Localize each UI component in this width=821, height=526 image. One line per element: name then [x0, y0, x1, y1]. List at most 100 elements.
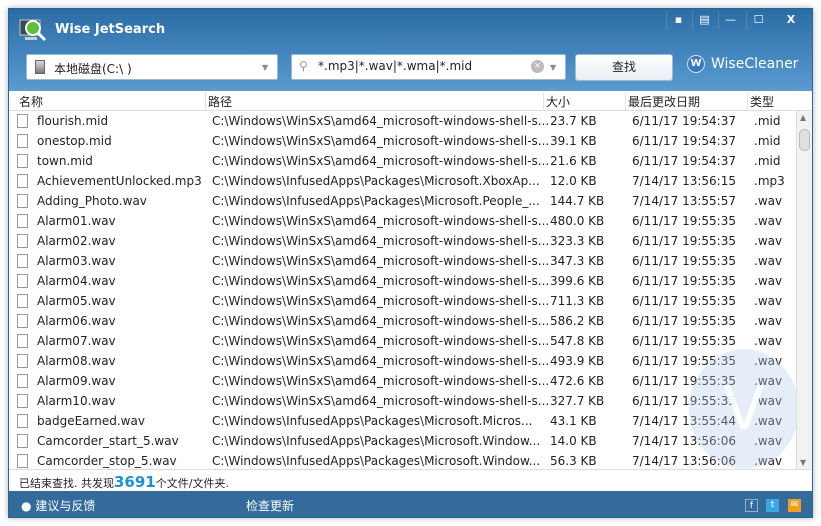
file-path: C:\Windows\WinSxS\amd64_microsoft-window… — [212, 374, 550, 388]
table-header: 名称 路径 大小 最后更改日期 类型 — [9, 91, 812, 111]
file-name: Camcorder_start_5.wav — [37, 434, 179, 448]
table-row[interactable]: Adding_Photo.wav C:\Windows\InfusedApps\P… — [9, 191, 796, 211]
table-row[interactable]: town.mid C:\Windows\WinSxS\amd64_microsof… — [9, 151, 796, 171]
file-icon — [17, 374, 28, 388]
file-name: onestop.mid — [37, 134, 112, 148]
file-size: 493.9 KB — [550, 354, 605, 368]
scroll-down-icon[interactable]: ▼ — [800, 458, 806, 467]
file-type: .mid — [754, 114, 781, 128]
file-type: .wav — [754, 294, 783, 308]
file-path: C:\Windows\InfusedApps\Packages\Microsof… — [212, 194, 540, 208]
file-name: flourish.mid — [37, 114, 109, 128]
file-icon — [17, 214, 28, 228]
search-input[interactable] — [318, 59, 518, 73]
file-size: 711.3 KB — [550, 294, 605, 308]
table-row[interactable]: badgeEarned.wav C:\Windows\InfusedApps\Pa… — [9, 411, 796, 431]
file-type: .wav — [754, 314, 783, 328]
file-type: .wav — [754, 194, 783, 208]
file-date: 6/11/17 19:55:35 — [632, 314, 736, 328]
file-date: 7/14/17 13:55:57 — [632, 194, 736, 208]
table-row[interactable]: AchievementUnlocked.mp3 C:\Windows\Infuse… — [9, 171, 796, 191]
file-icon — [17, 454, 28, 468]
scroll-up-icon[interactable]: ▲ — [800, 113, 806, 122]
file-name: AchievementUnlocked.mp3 — [37, 174, 202, 188]
column-type[interactable]: 类型 — [748, 93, 808, 111]
file-icon — [17, 194, 28, 208]
email-icon[interactable]: ✉ — [788, 499, 801, 512]
file-path: C:\Windows\WinSxS\amd64_microsoft-window… — [212, 294, 550, 308]
chat-icon[interactable]: ▪ — [666, 11, 690, 29]
column-path[interactable]: 路径 — [206, 93, 544, 111]
file-type: .mp3 — [754, 174, 785, 188]
file-size: 43.1 KB — [550, 414, 597, 428]
file-date: 6/11/17 19:55:35 — [632, 294, 736, 308]
file-date: 6/11/17 19:54:37 — [632, 114, 736, 128]
table-row[interactable]: Alarm04.wav C:\Windows\WinSxS\amd64_micro… — [9, 271, 796, 291]
table-row[interactable]: Alarm01.wav C:\Windows\WinSxS\amd64_micro… — [9, 211, 796, 231]
file-size: 547.8 KB — [550, 334, 605, 348]
result-count: 3691 — [114, 473, 156, 491]
file-name: Alarm06.wav — [37, 314, 116, 328]
table-row[interactable]: Alarm06.wav C:\Windows\WinSxS\amd64_micro… — [9, 311, 796, 331]
table-row[interactable]: Alarm08.wav C:\Windows\WinSxS\amd64_micro… — [9, 351, 796, 371]
column-date[interactable]: 最后更改日期 — [626, 93, 748, 111]
file-type: .mid — [754, 134, 781, 148]
column-name[interactable]: 名称 — [17, 93, 206, 111]
file-path: C:\Windows\WinSxS\amd64_microsoft-window… — [212, 234, 550, 248]
chevron-down-icon[interactable]: ▼ — [550, 63, 556, 72]
file-icon — [17, 254, 28, 268]
search-box[interactable]: ⚲ × ▼ — [291, 54, 566, 80]
column-size[interactable]: 大小 — [544, 93, 626, 111]
menu-icon[interactable]: ▤ — [692, 11, 716, 29]
file-type: .wav — [754, 334, 783, 348]
file-date: 6/11/17 19:54:37 — [632, 154, 736, 168]
check-update-link[interactable]: 检查更新 — [246, 497, 294, 514]
drive-select[interactable]: 本地磁盘(C:\ ) ▼ — [26, 54, 278, 80]
file-name: Alarm01.wav — [37, 214, 116, 228]
table-row[interactable]: Alarm09.wav C:\Windows\WinSxS\amd64_micro… — [9, 371, 796, 391]
file-name: Camcorder_stop_5.wav — [37, 454, 177, 468]
header-bar: Wise JetSearch ▪ ▤ — ☐ X 本地磁盘(C:\ ) ▼ ⚲ … — [9, 9, 812, 91]
file-name: Alarm03.wav — [37, 254, 116, 268]
minimize-button[interactable]: — — [718, 11, 742, 29]
search-icon: ⚲ — [299, 59, 308, 73]
file-size: 14.0 KB — [550, 434, 597, 448]
table-row[interactable]: Alarm03.wav C:\Windows\WinSxS\amd64_micro… — [9, 251, 796, 271]
maximize-button[interactable]: ☐ — [746, 11, 770, 29]
table-row[interactable]: Camcorder_stop_5.wav C:\Windows\InfusedAp… — [9, 451, 796, 469]
file-icon — [17, 174, 28, 188]
table-row[interactable]: Alarm05.wav C:\Windows\WinSxS\amd64_micro… — [9, 291, 796, 311]
close-button[interactable]: X — [779, 11, 803, 29]
file-name: Alarm04.wav — [37, 274, 116, 288]
search-button[interactable]: 查找 — [575, 54, 673, 81]
file-icon — [17, 394, 28, 408]
feedback-link[interactable]: ● 建议与反馈 — [21, 497, 95, 514]
file-type: .wav — [754, 234, 783, 248]
file-icon — [17, 134, 28, 148]
scrollbar[interactable]: ▲ ▼ — [796, 111, 812, 469]
table-row[interactable]: Alarm07.wav C:\Windows\WinSxS\amd64_micro… — [9, 331, 796, 351]
clear-icon[interactable]: × — [531, 60, 544, 73]
table-row[interactable]: Alarm02.wav C:\Windows\WinSxS\amd64_micro… — [9, 231, 796, 251]
wisecleaner-brand[interactable]: W WiseCleaner — [687, 55, 798, 73]
footer-bar: ● 建议与反馈 检查更新 f t ✉ — [9, 491, 812, 517]
table-row[interactable]: Camcorder_start_5.wav C:\Windows\InfusedA… — [9, 431, 796, 451]
file-icon — [17, 414, 28, 428]
file-size: 323.3 KB — [550, 234, 605, 248]
file-icon — [17, 154, 28, 168]
drive-value: 本地磁盘(C:\ ) — [54, 62, 132, 76]
scroll-thumb[interactable] — [799, 129, 810, 151]
app-title: Wise JetSearch — [55, 22, 166, 37]
file-size: 327.7 KB — [550, 394, 605, 408]
table-row[interactable]: Alarm10.wav C:\Windows\WinSxS\amd64_micro… — [9, 391, 796, 411]
table-row[interactable]: onestop.mid C:\Windows\WinSxS\amd64_micro… — [9, 131, 796, 151]
file-name: Alarm09.wav — [37, 374, 116, 388]
file-path: C:\Windows\WinSxS\amd64_microsoft-window… — [212, 354, 550, 368]
table-row[interactable]: flourish.mid C:\Windows\WinSxS\amd64_micr… — [9, 111, 796, 131]
file-name: Alarm07.wav — [37, 334, 116, 348]
status-bar: 已结束查找. 共发现3691个文件/文件夹. — [9, 469, 812, 491]
file-size: 56.3 KB — [550, 454, 597, 468]
twitter-icon[interactable]: t — [766, 499, 779, 512]
file-icon — [17, 354, 28, 368]
facebook-icon[interactable]: f — [745, 499, 758, 512]
